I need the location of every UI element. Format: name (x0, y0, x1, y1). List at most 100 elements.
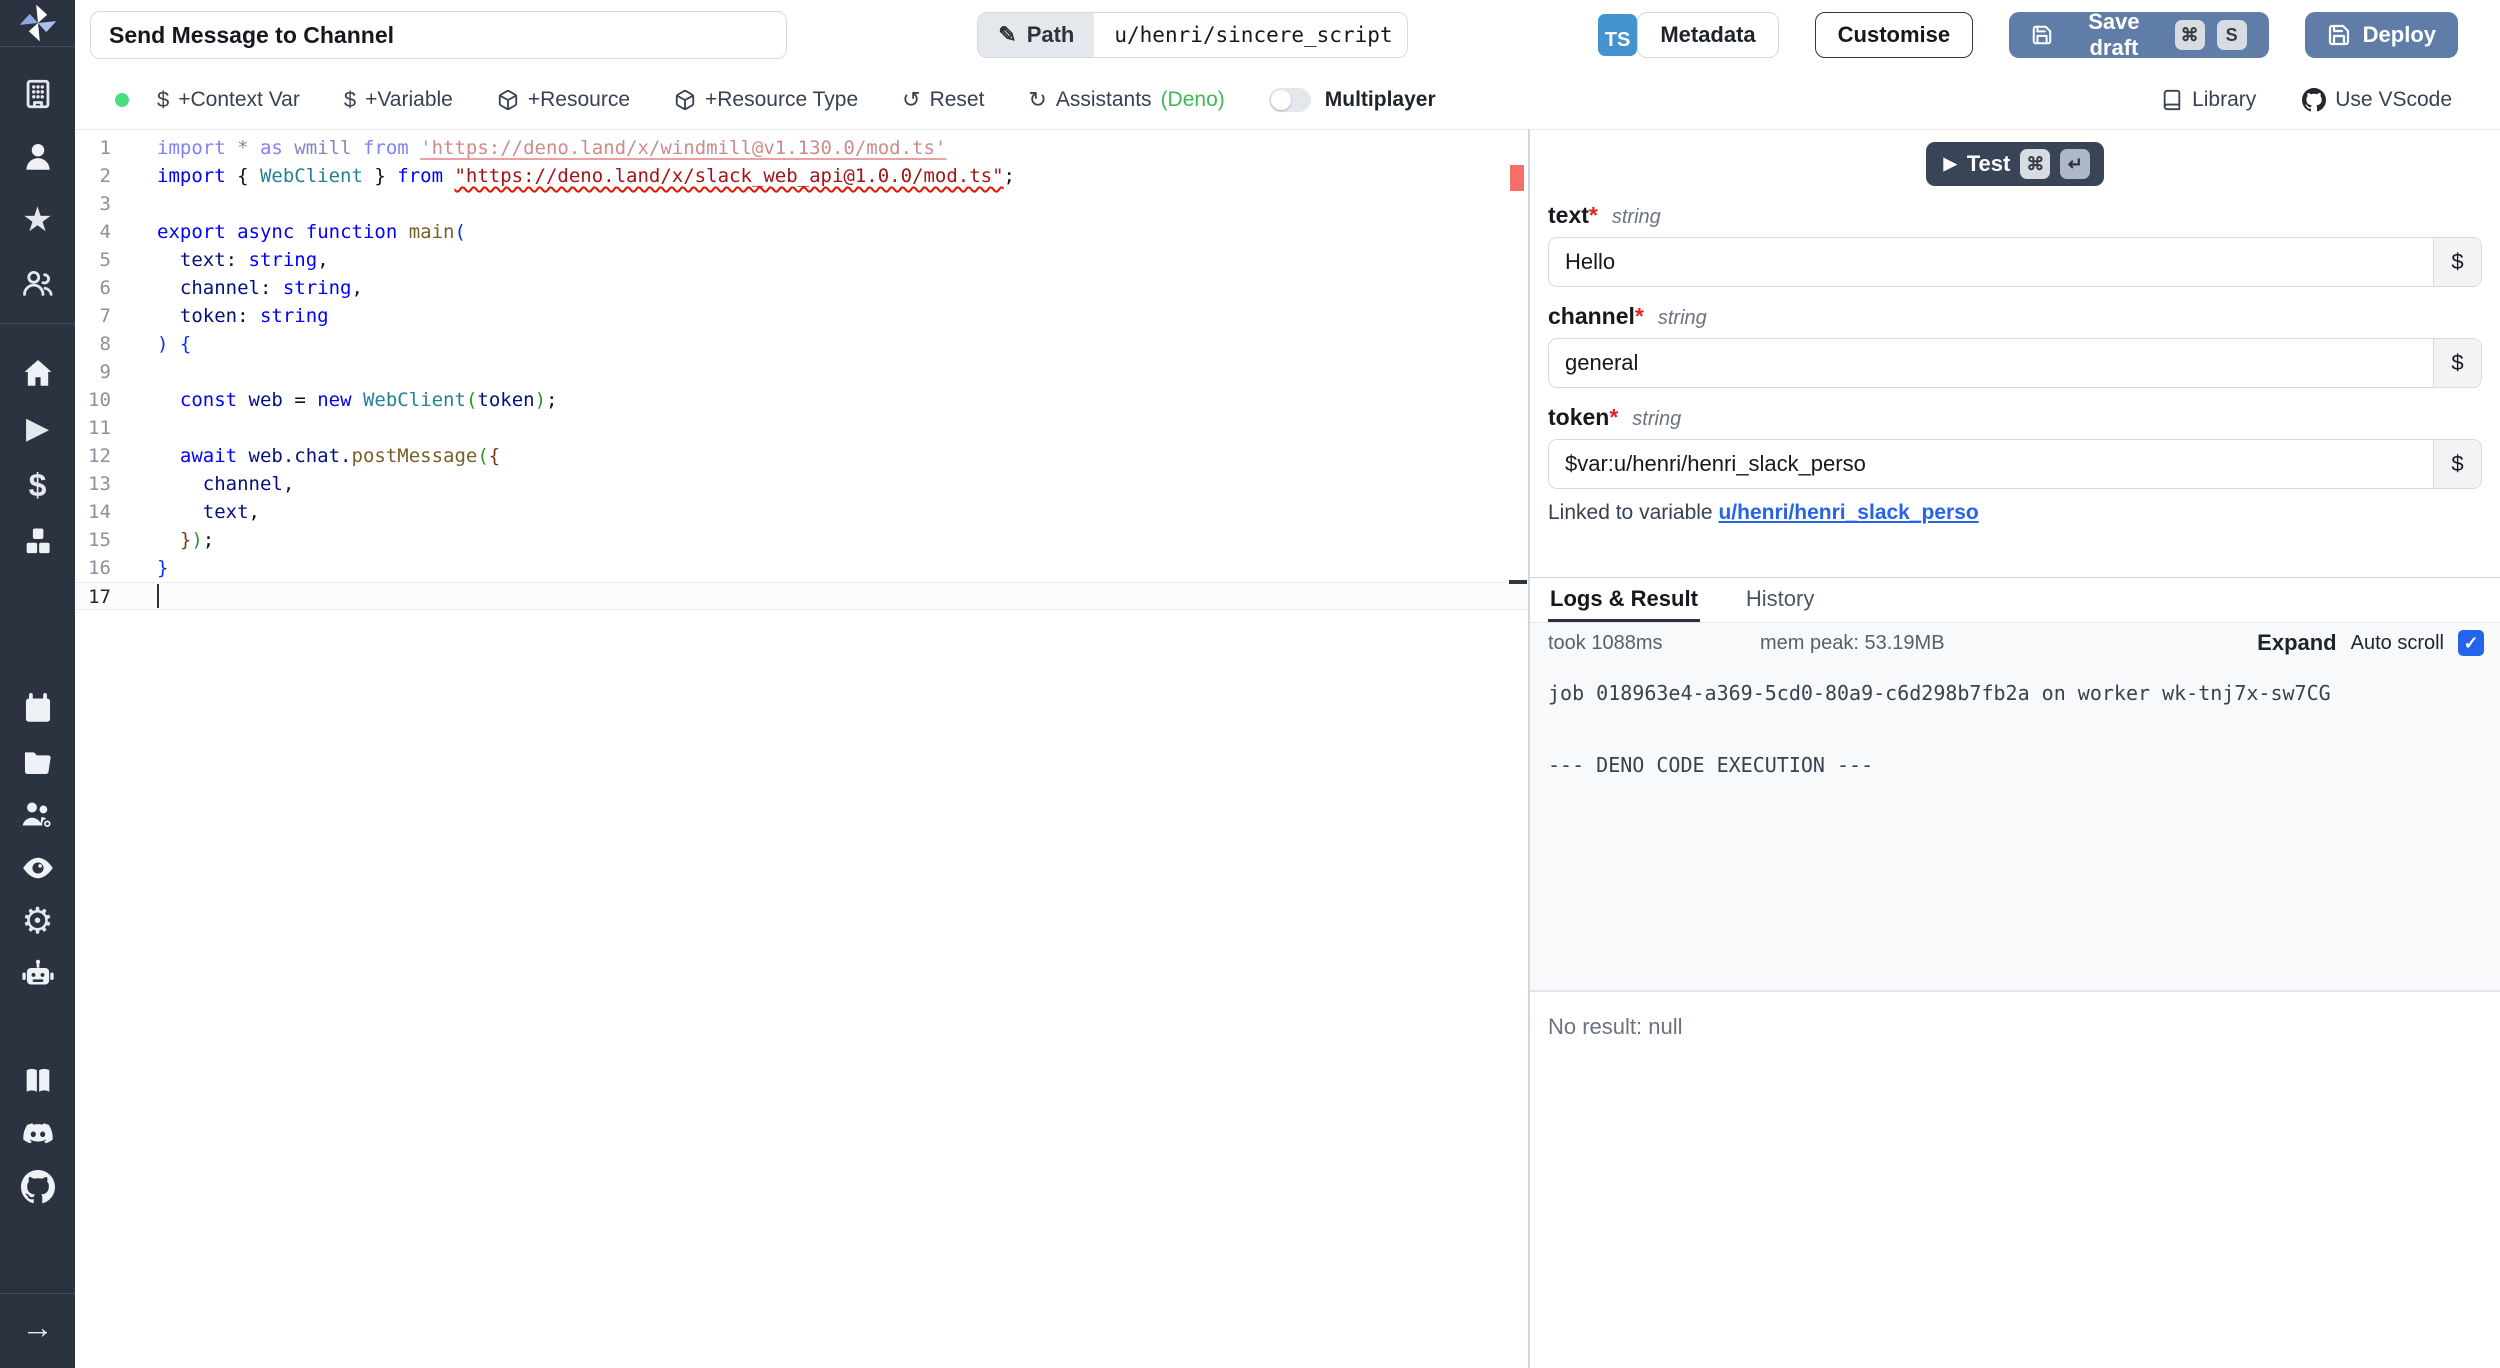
line-number: 14 (75, 498, 111, 526)
field-name: token (1548, 404, 1609, 430)
home-icon (21, 356, 55, 390)
code-line-6[interactable]: 6 channel: string, (75, 274, 1528, 302)
logs-section: took 1088ms mem peak: 53.19MB Expand Aut… (1530, 623, 2500, 990)
line-number: 7 (75, 302, 111, 330)
sidebar-expand-button[interactable]: → (0, 1304, 75, 1350)
use-vscode-button[interactable]: Use VScode (2302, 88, 2452, 112)
code-text: await web.chat.postMessage({ (157, 442, 500, 470)
line-number: 15 (75, 526, 111, 554)
tab-logs-result[interactable]: Logs & Result (1548, 578, 1700, 622)
sidebar-item-audit-logs[interactable] (0, 845, 75, 891)
sidebar-item-ai[interactable] (0, 951, 75, 997)
code-line-4[interactable]: 4export async function main( (75, 218, 1528, 246)
code-line-7[interactable]: 7 token: string (75, 302, 1528, 330)
result-section: No result: null (1530, 990, 2500, 1368)
sidebar-item-docs[interactable] (0, 1058, 75, 1104)
add-resource-button[interactable]: +Resource (497, 88, 630, 112)
code-line-8[interactable]: 8) { (75, 330, 1528, 358)
main-column: ✎ Path u/henri/sincere_script TS Metadat… (75, 0, 2500, 1368)
eye-icon (20, 850, 56, 886)
code-text: import * as wmill from 'https://deno.lan… (157, 134, 946, 162)
library-button[interactable]: Library (2161, 88, 2256, 112)
log-line: --- DENO CODE EXECUTION --- (1548, 753, 2482, 777)
test-button[interactable]: ▶ Test ⌘ ↵ (1926, 142, 2105, 186)
save-icon (2031, 23, 2053, 47)
sidebar-item-discord[interactable] (0, 1111, 75, 1157)
sidebar-item-workers[interactable] (0, 792, 75, 838)
customise-button[interactable]: Customise (1815, 12, 1973, 58)
sidebar-item-workspace[interactable] (0, 71, 75, 117)
insert-variable-button[interactable]: $ (2433, 238, 2481, 286)
expand-logs-button[interactable]: Expand (2257, 630, 2336, 656)
result-text: No result: null (1548, 1014, 1683, 1039)
tab-history[interactable]: History (1744, 578, 1816, 622)
script-title-input[interactable] (90, 11, 787, 59)
add-resource-type-button[interactable]: +Resource Type (674, 88, 858, 112)
code-line-5[interactable]: 5 text: string, (75, 246, 1528, 274)
sidebar-item-resources[interactable] (0, 518, 75, 564)
gear-icon: ⚙ (21, 903, 53, 939)
code-line-16[interactable]: 16} (75, 554, 1528, 582)
run-panel: ▶ Test ⌘ ↵ text* string $ (1530, 130, 2500, 1368)
deploy-label: Deploy (2363, 22, 2436, 48)
token-field-input[interactable] (1548, 439, 2482, 489)
test-button-label: Test (1967, 151, 2011, 177)
linked-variable-link[interactable]: u/henri/henri_slack_perso (1718, 501, 1978, 524)
script-path: u/henri/sincere_script (1094, 13, 1407, 57)
insert-variable-button[interactable]: $ (2433, 339, 2481, 387)
sidebar-item-github[interactable] (0, 1164, 75, 1210)
assistants-label: Assistants (1056, 88, 1152, 112)
code-line-15[interactable]: 15 }); (75, 526, 1528, 554)
code-line-3[interactable]: 3 (75, 190, 1528, 218)
windmill-logo[interactable] (0, 0, 75, 46)
add-resource-label: +Resource (528, 88, 630, 112)
dollar-icon: $ (2451, 350, 2463, 376)
sidebar-item-user[interactable] (0, 134, 75, 180)
code-line-1[interactable]: 1 import * as wmill from 'https://deno.la… (75, 134, 1528, 162)
sidebar-item-runs[interactable]: ▶ (0, 406, 75, 452)
text-field-input[interactable] (1548, 237, 2482, 287)
assistants-button[interactable]: ↻ Assistants (Deno) (1028, 87, 1224, 113)
save-draft-button[interactable]: Save draft ⌘ S (2009, 12, 2268, 58)
sidebar-item-favorites[interactable]: ★ (0, 197, 75, 243)
user-icon (21, 140, 55, 174)
code-line-9[interactable]: 9 (75, 358, 1528, 386)
edit-path-button[interactable]: ✎ Path (978, 13, 1094, 57)
code-line-10[interactable]: 10 const web = new WebClient(token); (75, 386, 1528, 414)
code-text: import { WebClient } from "https://deno.… (157, 162, 1015, 190)
code-text: }); (157, 526, 214, 554)
sidebar-item-folders[interactable] (0, 739, 75, 785)
add-variable-button[interactable]: $ +Variable (344, 87, 453, 113)
code-line-13[interactable]: 13 channel, (75, 470, 1528, 498)
refresh-icon: ↻ (1028, 87, 1046, 113)
metadata-button[interactable]: Metadata (1637, 12, 1778, 58)
pencil-icon: ✎ (998, 22, 1016, 48)
sidebar-item-groups[interactable] (0, 260, 75, 306)
auto-scroll-checkbox[interactable]: ✓ (2458, 630, 2484, 656)
line-number: 1 (75, 134, 111, 162)
metadata-button-label: Metadata (1660, 22, 1755, 48)
sidebar-item-schedules[interactable] (0, 686, 75, 732)
sidebar-item-variables[interactable]: $ (0, 462, 75, 508)
field-type: string (1632, 408, 1681, 431)
code-line-17[interactable]: 17 (75, 582, 1528, 610)
code-line-11[interactable]: 11 (75, 414, 1528, 442)
reset-button[interactable]: ↺ Reset (902, 87, 984, 113)
code-editor[interactable]: 1 import * as wmill from 'https://deno.la… (75, 130, 1528, 1368)
arrow-right-icon: → (22, 1311, 54, 1343)
code-line-14[interactable]: 14 text, (75, 498, 1528, 526)
line-number: 10 (75, 386, 111, 414)
insert-variable-button[interactable]: $ (2433, 440, 2481, 488)
sidebar-item-settings[interactable]: ⚙ (0, 898, 75, 944)
multiplayer-toggle[interactable] (1269, 88, 1311, 112)
code-line-2[interactable]: 2import { WebClient } from "https://deno… (75, 162, 1528, 190)
dollar-icon: $ (29, 469, 47, 501)
sidebar-item-home[interactable] (0, 350, 75, 396)
channel-field-input[interactable] (1548, 338, 2482, 388)
deploy-button[interactable]: Deploy (2305, 12, 2458, 58)
book-icon (2161, 89, 2183, 111)
add-context-var-button[interactable]: $ +Context Var (157, 87, 300, 113)
field-label-text: text* string (1548, 202, 2482, 229)
code-text: channel, (157, 470, 294, 498)
code-line-12[interactable]: 12 await web.chat.postMessage({ (75, 442, 1528, 470)
